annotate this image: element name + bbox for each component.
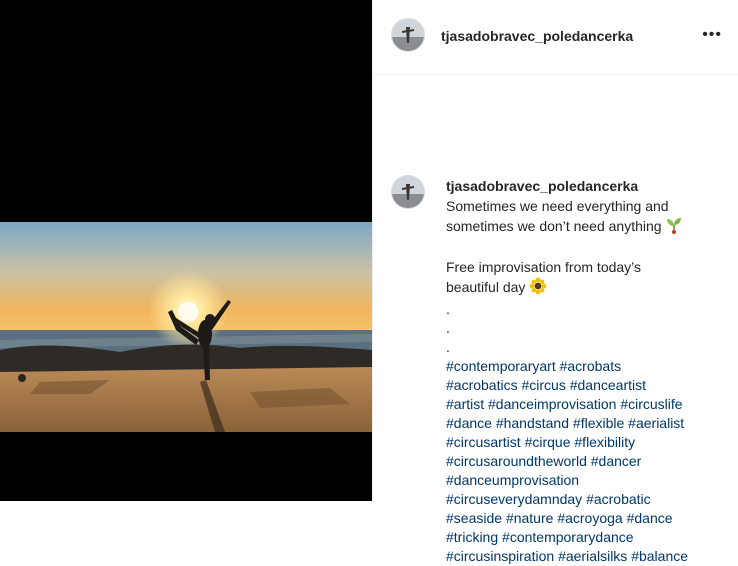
hashtag-link[interactable]: #acrobatics — [446, 377, 518, 393]
sunflower-emoji-icon — [529, 277, 547, 300]
caption-avatar[interactable] — [391, 175, 425, 209]
caption-line: beautiful day — [446, 277, 726, 300]
hashtag-link[interactable]: #dance — [446, 415, 492, 431]
hashtag-link[interactable]: #acroyoga — [557, 510, 622, 526]
hashtag-line: #dance #handstand #flexible #aerialist — [446, 414, 726, 433]
hashtag-line: #seaside #nature #acroyoga #dance — [446, 509, 726, 528]
caption-dot: . — [446, 301, 450, 317]
caption-dot: . — [446, 339, 450, 355]
hashtag-link[interactable]: #circus — [521, 377, 565, 393]
hashtag-link[interactable]: #acrobats — [560, 358, 621, 374]
hashtag-link[interactable]: #contemporaryart — [446, 358, 556, 374]
hashtag-link[interactable]: #danceartist — [570, 377, 646, 393]
caption-dot: . — [446, 320, 450, 336]
hashtag-link[interactable]: #circuseverydamnday — [446, 491, 582, 507]
hashtag-link[interactable]: #artist — [446, 396, 484, 412]
post-details-panel: tjasadobravec_poledancerka ••• tjasadobr… — [372, 0, 738, 564]
avatar[interactable] — [391, 18, 425, 52]
hashtag-link[interactable]: #handstand — [496, 415, 569, 431]
hashtag-link[interactable]: #circuslife — [620, 396, 682, 412]
hashtag-link[interactable]: #seaside — [446, 510, 502, 526]
caption-line: Sometimes we need everything and — [446, 198, 669, 214]
hashtag-link[interactable]: #tricking — [446, 529, 498, 545]
hashtag-line: #circusaroundtheworld #dancer — [446, 452, 726, 471]
post-username[interactable]: tjasadobravec_poledancerka — [441, 28, 633, 44]
more-options-icon[interactable]: ••• — [702, 27, 722, 43]
hashtag-link[interactable]: #aerialsilks — [558, 548, 627, 564]
hashtag-link[interactable]: #contemporarydance — [502, 529, 634, 545]
hashtag-link[interactable]: #cirque — [525, 434, 571, 450]
hashtag-link[interactable]: #flexible — [573, 415, 624, 431]
post-media[interactable] — [0, 0, 372, 501]
hashtag-line: #circuseverydamnday #acrobatic — [446, 490, 726, 509]
caption-line: Free improvisation from today’s — [446, 259, 642, 275]
post-photo — [0, 222, 372, 432]
post-header: tjasadobravec_poledancerka ••• — [373, 0, 738, 75]
hashtag-link[interactable]: #nature — [506, 510, 553, 526]
hashtag-line: #artist #danceimprovisation #circuslife — [446, 395, 726, 414]
hashtag-link[interactable]: #dancer — [591, 453, 642, 469]
hashtag-link[interactable]: #danceumprovisation — [446, 472, 579, 488]
hashtag-line: #contemporaryart #acrobats — [446, 357, 726, 376]
hashtag-list: #contemporaryart #acrobats #acrobatics #c… — [446, 357, 726, 566]
hashtag-line: #tricking #contemporarydance — [446, 528, 726, 547]
hashtag-line: #acrobatics #circus #danceartist — [446, 376, 726, 395]
hashtag-link[interactable]: #circusinspiration — [446, 548, 554, 564]
hashtag-link[interactable]: #aerialist — [628, 415, 684, 431]
hashtag-line: #circusartist #cirque #flexibility — [446, 433, 726, 452]
hashtag-line: #danceumprovisation — [446, 471, 726, 490]
hashtag-link[interactable]: #flexibility — [574, 434, 635, 450]
caption-line: sometimes we don’t need anything — [446, 216, 726, 239]
seedling-emoji-icon — [665, 216, 683, 239]
hashtag-line: #circusinspiration #aerialsilks #balance — [446, 547, 726, 566]
hashtag-link[interactable]: #dance — [627, 510, 673, 526]
hashtag-link[interactable]: #circusaroundtheworld — [446, 453, 587, 469]
caption-text: Sometimes we need everything and sometim… — [446, 197, 726, 566]
hashtag-link[interactable]: #acrobatic — [586, 491, 651, 507]
hashtag-link[interactable]: #danceimprovisation — [488, 396, 616, 412]
hashtag-link[interactable]: #balance — [631, 548, 688, 564]
caption-username[interactable]: tjasadobravec_poledancerka — [446, 178, 638, 194]
hashtag-link[interactable]: #circusartist — [446, 434, 521, 450]
caption-line-text: sometimes we don’t need anything — [446, 218, 662, 235]
caption-line-text: beautiful day — [446, 279, 526, 296]
